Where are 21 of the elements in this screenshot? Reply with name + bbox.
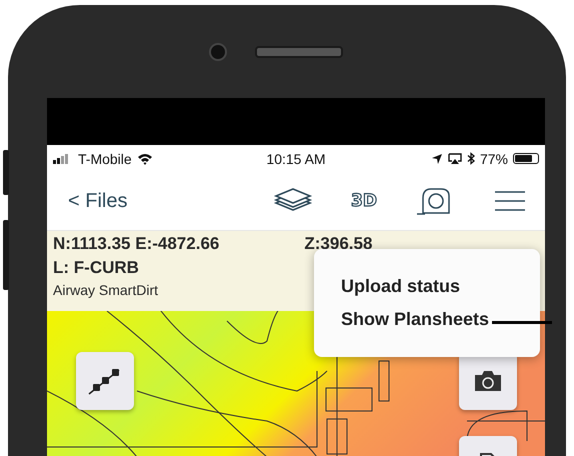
route-points-button[interactable]: [76, 352, 134, 410]
coordinates-text: N:1113.35 E:-4872.66: [53, 234, 220, 254]
location-arrow-icon: [430, 152, 443, 164]
layer-text: L: F-CURB: [53, 258, 140, 278]
wifi-icon: [136, 152, 153, 164]
project-name: Airway SmartDirt: [53, 282, 160, 298]
camera-icon: [473, 369, 503, 393]
camera-lens: [209, 42, 227, 60]
menu-item[interactable]: Show Plansheets: [341, 307, 513, 332]
menu-item[interactable]: Upload status: [341, 274, 513, 299]
battery-icon: [513, 153, 539, 164]
carrier-name: T-Mobile: [78, 150, 132, 166]
3d-view-button[interactable]: 3D: [351, 191, 377, 211]
elevation-text: Z:396.58: [304, 234, 372, 254]
back-link[interactable]: < Files: [68, 190, 128, 212]
battery-percent: 77%: [480, 150, 508, 166]
airplay-icon: [448, 152, 462, 164]
menu-icon[interactable]: [493, 189, 527, 213]
bluetooth-icon: [466, 152, 475, 165]
status-time: 10:15 AM: [266, 150, 326, 166]
leader-line: [492, 321, 552, 324]
